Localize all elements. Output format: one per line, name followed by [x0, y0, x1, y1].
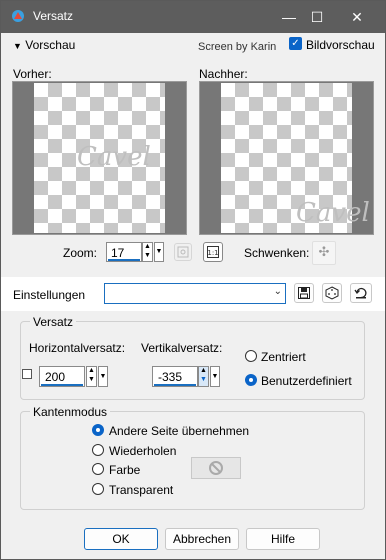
edge-color-label: Farbe: [109, 463, 141, 477]
pan-label: Schwenken:: [244, 246, 310, 260]
edge-other-side-label: Andere Seite übernehmen: [109, 424, 250, 438]
randomize-button[interactable]: [322, 283, 342, 303]
before-label: Vorher:: [13, 67, 52, 81]
window-title: Versatz: [33, 9, 74, 23]
zoom-fit-button[interactable]: [174, 243, 192, 261]
app-icon: [12, 10, 24, 22]
reset-button[interactable]: [350, 283, 372, 303]
zoom-input[interactable]: 17: [106, 242, 142, 262]
centered-label: Zentriert: [261, 350, 306, 364]
focus-underline: [154, 384, 196, 386]
zoom-actual-size-button[interactable]: 1:1: [203, 242, 223, 262]
maximize-button[interactable]: ☐: [305, 5, 329, 29]
edge-mode-group-title: Kantenmodus: [30, 405, 111, 419]
cancel-button[interactable]: Abbrechen: [165, 528, 239, 550]
move-icon: ✣: [318, 244, 330, 259]
zoom-dropdown[interactable]: ▼: [154, 242, 164, 262]
help-button[interactable]: Hilfe: [246, 528, 320, 550]
reset-icon: [354, 287, 367, 299]
radio-custom[interactable]: [245, 374, 257, 386]
settings-combobox[interactable]: ⌄: [104, 283, 286, 304]
spin-down-icon: ▼: [88, 376, 95, 383]
spin-up-icon: ▲: [88, 367, 95, 374]
zoom-spinner[interactable]: ▲ ▼: [142, 242, 153, 262]
preview-toggle[interactable]: ▼ Vorschau: [13, 38, 75, 52]
vertical-offset-value: -335: [158, 370, 183, 384]
before-preview[interactable]: Cavel: [12, 81, 187, 235]
horizontal-offset-input[interactable]: 200: [39, 366, 85, 387]
checkmark-icon: ✓: [291, 38, 300, 49]
offset-group: [20, 321, 365, 400]
dialog-window: Versatz — ☐ ✕ ▼ Vorschau Screen by Karin…: [0, 0, 386, 560]
edge-transparent-label: Transparent: [109, 483, 174, 497]
no-color-icon: [209, 461, 223, 475]
vertical-offset-input[interactable]: -335: [152, 366, 198, 387]
focus-underline: [108, 259, 140, 261]
focus-underline: [41, 384, 83, 386]
chevron-down-icon: ⌄: [273, 286, 282, 297]
spin-down-icon: ▼: [144, 252, 151, 259]
radio-edge-color[interactable]: [92, 463, 104, 475]
spin-down-icon: ▼: [200, 376, 207, 383]
live-preview-label: Bildvorschau: [306, 38, 375, 52]
spin-up-icon: ▲: [144, 243, 151, 250]
vertical-offset-spinner[interactable]: ▲ ▼: [198, 366, 209, 387]
minimize-button[interactable]: —: [277, 5, 301, 29]
horizontal-offset-label: Horizontalversatz:: [29, 341, 126, 355]
horizontal-offset-value: 200: [45, 370, 66, 384]
actual-size-icon: 1:1: [207, 246, 219, 258]
ok-button[interactable]: OK: [84, 528, 158, 550]
spin-up-icon: ▲: [200, 367, 207, 374]
offset-group-title: Versatz: [30, 315, 77, 329]
color-swatch[interactable]: [191, 457, 241, 479]
live-preview-checkbox[interactable]: ✓: [289, 37, 302, 50]
dice-icon: [325, 286, 339, 300]
radio-edge-transparent[interactable]: [92, 483, 104, 495]
zoom-label: Zoom:: [63, 246, 98, 260]
zoom-fit-icon: [177, 246, 189, 258]
radio-centered[interactable]: [245, 350, 257, 362]
before-watermark: Cavel: [77, 142, 151, 172]
after-preview[interactable]: Cavel: [199, 81, 374, 235]
title-bar: Versatz — ☐ ✕: [1, 1, 385, 33]
chevron-down-icon: ▼: [13, 41, 22, 51]
svg-text:1:1: 1:1: [207, 249, 218, 257]
horizontal-offset-dropdown[interactable]: ▼: [98, 366, 108, 387]
close-button[interactable]: ✕: [345, 5, 369, 29]
after-watermark: Cavel: [296, 198, 370, 228]
edge-repeat-label: Wiederholen: [109, 444, 177, 458]
chevron-down-icon: ▼: [99, 373, 107, 380]
vertical-offset-label: Vertikalversatz:: [141, 341, 223, 355]
vertical-offset-dropdown[interactable]: ▼: [210, 366, 220, 387]
save-preset-button[interactable]: [294, 283, 314, 303]
preview-toggle-label: Vorschau: [25, 38, 76, 52]
radio-edge-other-side[interactable]: [92, 424, 104, 436]
save-icon: [298, 287, 310, 299]
pan-control[interactable]: ✣: [312, 241, 336, 265]
chevron-down-icon: ▼: [211, 373, 219, 380]
zoom-value: 17: [111, 246, 125, 260]
radio-edge-repeat[interactable]: [92, 444, 104, 456]
link-offsets-checkbox[interactable]: [22, 369, 32, 379]
chevron-down-icon: ▼: [155, 248, 163, 255]
custom-label: Benutzerdefiniert: [261, 374, 352, 388]
credit-text: Screen by Karin: [198, 41, 277, 53]
horizontal-offset-spinner[interactable]: ▲ ▼: [86, 366, 97, 387]
after-label: Nachher:: [199, 67, 248, 81]
settings-label: Einstellungen: [13, 288, 86, 302]
